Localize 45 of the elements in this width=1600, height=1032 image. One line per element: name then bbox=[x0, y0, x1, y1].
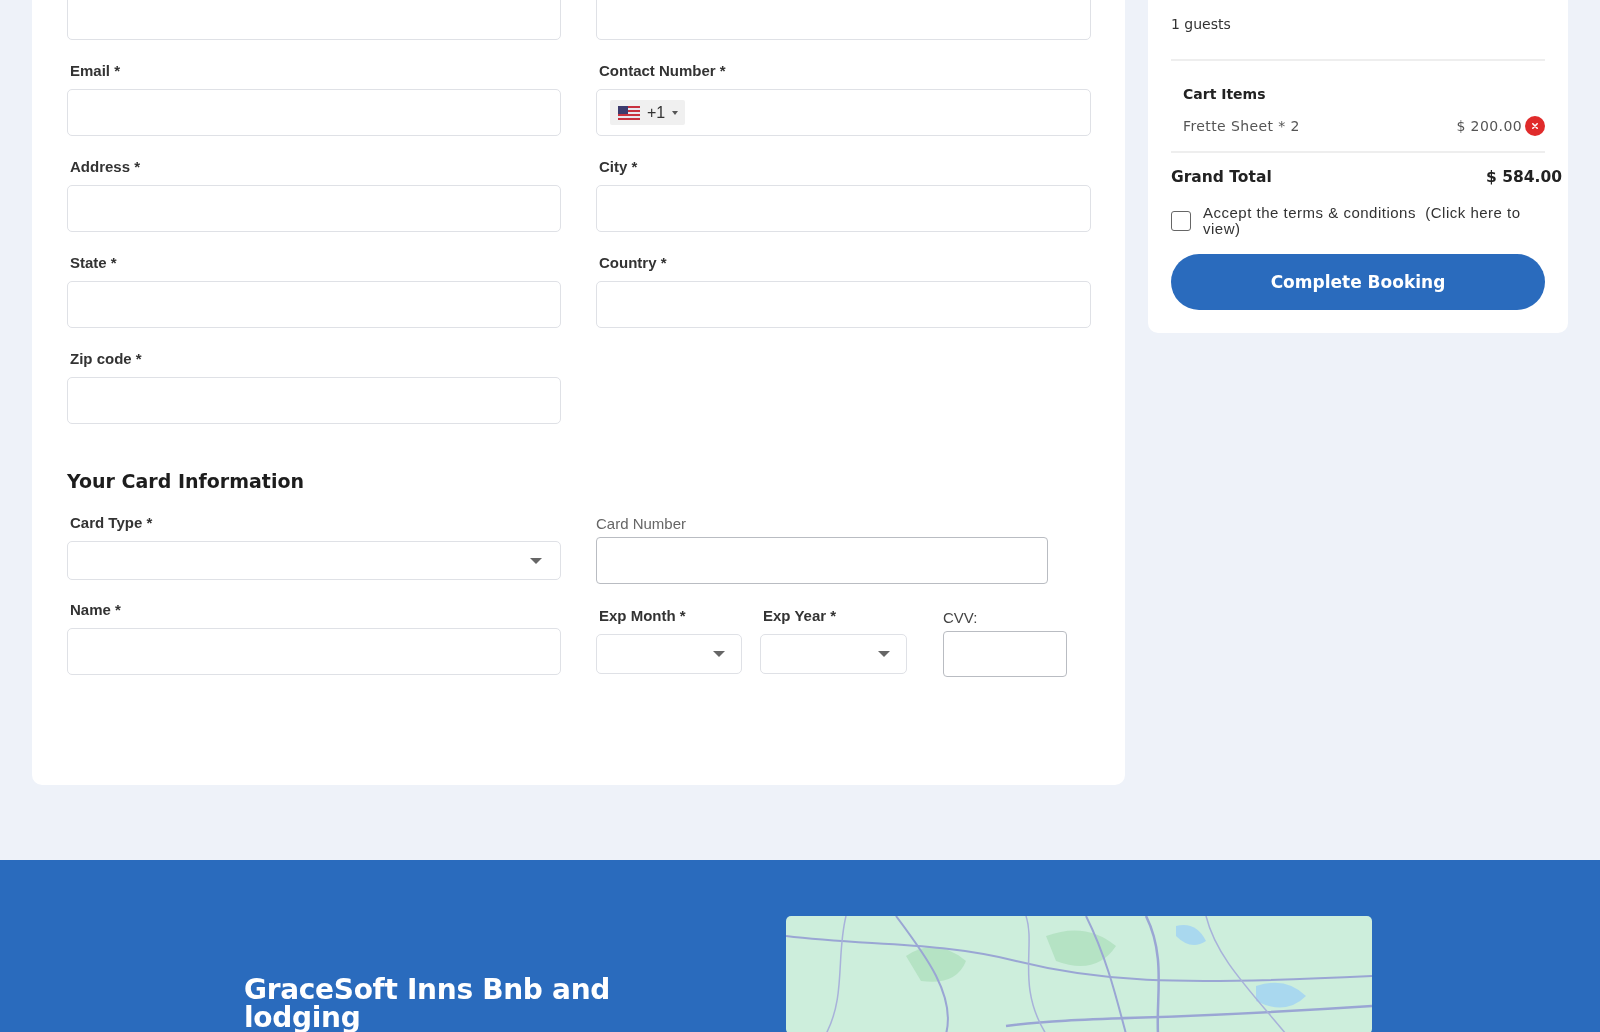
field-label: Exp Month * bbox=[599, 607, 687, 625]
input-field[interactable] bbox=[596, 281, 1091, 328]
close-icon[interactable] bbox=[1525, 116, 1545, 136]
field-label: Exp Year * bbox=[763, 607, 838, 625]
cart-item-name: Frette Sheet * 2 bbox=[1183, 118, 1300, 134]
caret-icon bbox=[713, 651, 725, 657]
cart-title: Cart Items bbox=[1183, 85, 1267, 103]
grand-total-label: Grand Total bbox=[1171, 167, 1272, 188]
field-label: Email * bbox=[70, 62, 122, 80]
field-label: Zip code * bbox=[70, 350, 143, 368]
input-field[interactable] bbox=[67, 89, 561, 136]
complete-booking-button[interactable]: Complete Booking bbox=[1171, 254, 1545, 310]
input-field[interactable] bbox=[67, 377, 561, 424]
input-field[interactable] bbox=[596, 185, 1091, 232]
field-label: Address * bbox=[70, 158, 142, 176]
caret-icon bbox=[878, 651, 890, 657]
checkbox[interactable] bbox=[1171, 211, 1191, 231]
input-field[interactable] bbox=[67, 185, 561, 232]
guest-count: 1 guests bbox=[1171, 15, 1232, 34]
input-field[interactable] bbox=[596, 537, 1048, 584]
grand-total-value: $ 584.00 bbox=[1486, 167, 1562, 188]
input-field[interactable] bbox=[67, 0, 561, 40]
dropdown-field[interactable] bbox=[67, 541, 561, 580]
field-label: Country * bbox=[599, 254, 668, 272]
field-label: City * bbox=[599, 158, 639, 176]
cart-item-price: $ 200.00 bbox=[1456, 118, 1522, 134]
field-label: CVV: bbox=[943, 609, 979, 627]
input-field[interactable] bbox=[596, 0, 1091, 40]
flag-icon bbox=[618, 105, 640, 120]
terms-text: Accept the terms & conditions (Click here to view) bbox=[1203, 205, 1522, 237]
field-label: State * bbox=[70, 254, 118, 272]
dropdown-field[interactable] bbox=[596, 634, 742, 674]
field-label: Card Number bbox=[596, 516, 687, 532]
caret-icon bbox=[672, 110, 679, 115]
section-title: Your Card Information bbox=[67, 469, 305, 493]
country-code-selector[interactable]: +1 bbox=[610, 100, 686, 125]
caret-icon bbox=[530, 557, 542, 564]
field-label: Contact Number * bbox=[599, 62, 727, 80]
input-field[interactable] bbox=[943, 631, 1067, 677]
field-label: Card Type * bbox=[70, 514, 153, 532]
field-label: Name * bbox=[70, 601, 121, 619]
phone-field[interactable]: +1 bbox=[596, 89, 1091, 136]
input-field[interactable] bbox=[67, 628, 561, 675]
dropdown-field[interactable] bbox=[760, 634, 907, 674]
input-field[interactable] bbox=[67, 281, 561, 328]
